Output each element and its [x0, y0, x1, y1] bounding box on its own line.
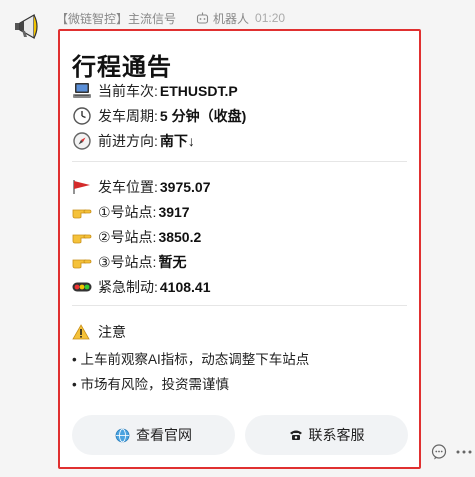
telephone-icon [289, 429, 303, 441]
note-item: • 上车前观察AI指标，动态调整下车站点 [72, 352, 310, 367]
computer-icon [72, 81, 92, 101]
message-header: 【微链智控】主流信号 机器人 01:20 [56, 10, 285, 26]
divider [72, 161, 407, 162]
station-row-2: ②号站点: 3850.2 [72, 227, 201, 247]
info-value: 南下↓ [159, 133, 195, 149]
view-website-label: 查看官网 [136, 427, 192, 443]
message-time: 01:20 [255, 11, 286, 25]
traffic-light-icon [72, 277, 92, 297]
view-website-button[interactable]: 查看官网 [72, 415, 235, 455]
info-label: 发车周期: [98, 108, 158, 124]
note-heading: 注意 [72, 322, 126, 342]
station-row-stop: 紧急制动: 4108.41 [72, 277, 211, 297]
info-row-period: 发车周期: 5 分钟（收盘) [72, 106, 246, 126]
clock-icon [72, 106, 92, 126]
divider [72, 305, 407, 306]
red-flag-icon [72, 177, 92, 197]
info-row-train: 当前车次: ETHUSDT.P [72, 81, 238, 101]
station-label: ①号站点: [98, 204, 157, 220]
robot-badge: 机器人 [196, 10, 249, 27]
station-label: ③号站点: [98, 254, 157, 270]
station-label: 发车位置: [98, 179, 158, 195]
pointing-hand-icon [72, 227, 92, 247]
contact-support-button[interactable]: 联系客服 [245, 415, 408, 455]
note-item: • 市场有风险，投资需谨慎 [72, 377, 229, 392]
info-value: ETHUSDT.P [159, 83, 238, 99]
station-value: 3975.07 [159, 179, 211, 195]
info-row-direction: 前进方向: 南下↓ [72, 131, 195, 151]
station-label: ②号站点: [98, 229, 157, 245]
station-row-1: ①号站点: 3917 [72, 202, 190, 222]
card-title: 行程通告 [72, 54, 172, 81]
station-value: 4108.41 [159, 279, 211, 295]
compass-icon [72, 131, 92, 151]
station-row-start: 发车位置: 3975.07 [72, 177, 211, 197]
note-title: 注意 [98, 324, 126, 340]
sender-name[interactable]: 【微链智控】主流信号 [56, 10, 176, 27]
contact-support-label: 联系客服 [308, 427, 365, 443]
reply-icon[interactable] [430, 443, 448, 461]
globe-icon [115, 428, 130, 443]
station-value: 3850.2 [158, 229, 202, 245]
pointing-hand-icon [72, 252, 92, 272]
avatar[interactable] [12, 11, 42, 41]
robot-label: 机器人 [213, 11, 250, 26]
more-options-icon[interactable] [455, 443, 473, 461]
signal-card: 行程通告 当前车次: ETHUSDT.P 发车周期: 5 分钟（收盘) 前进方向… [58, 29, 421, 469]
info-label: 当前车次: [98, 83, 158, 99]
station-label: 紧急制动: [98, 279, 158, 295]
station-row-3: ③号站点: 暂无 [72, 252, 186, 272]
warning-icon [72, 322, 92, 342]
megaphone-icon [15, 13, 38, 40]
info-label: 前进方向: [98, 133, 158, 149]
info-value: 5 分钟（收盘) [159, 108, 247, 124]
chat-message: 【微链智控】主流信号 机器人 01:20 行程通告 当前车次: ETHUSDT.… [0, 0, 475, 477]
station-value: 3917 [158, 204, 190, 220]
robot-icon [196, 12, 209, 24]
pointing-hand-icon [72, 202, 92, 222]
station-value: 暂无 [158, 254, 187, 270]
